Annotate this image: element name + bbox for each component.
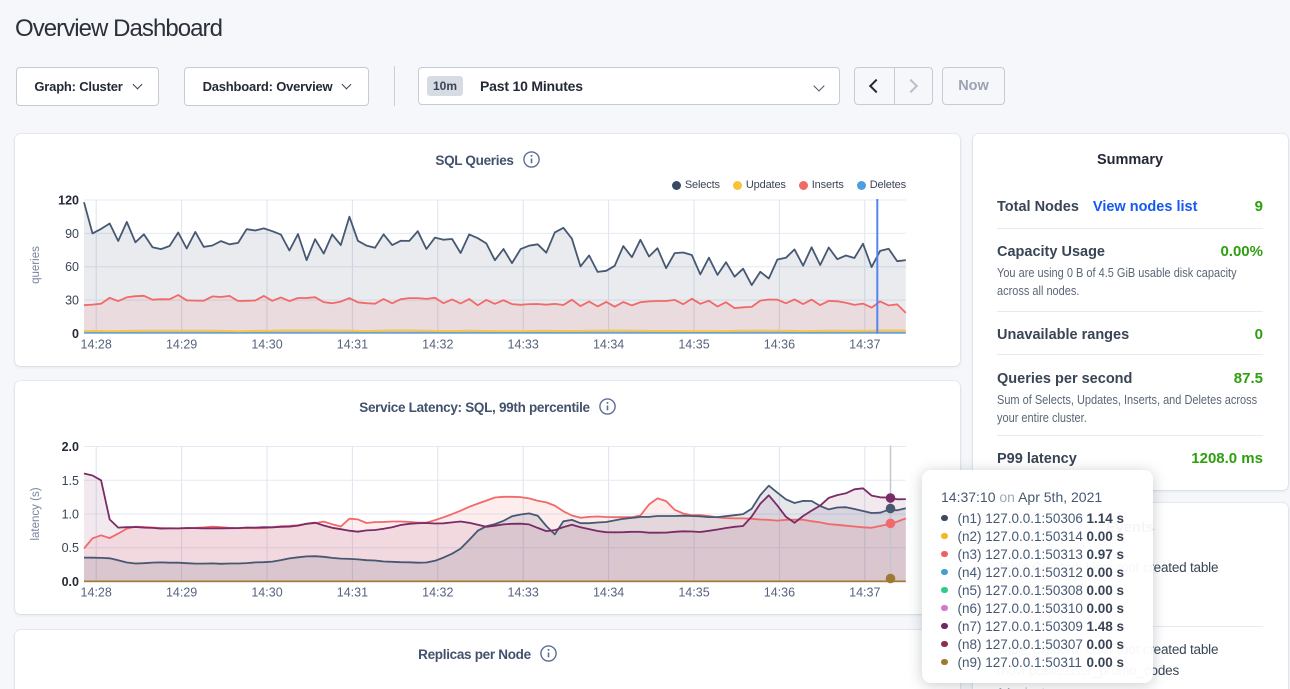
svg-text:14:36: 14:36 (764, 586, 795, 600)
svg-text:14:29: 14:29 (166, 586, 197, 600)
svg-text:14:34: 14:34 (593, 586, 624, 600)
svg-text:14:32: 14:32 (422, 338, 453, 352)
svg-text:0.0: 0.0 (62, 575, 79, 589)
svg-text:90: 90 (65, 227, 79, 241)
svg-text:14:34: 14:34 (593, 338, 624, 352)
svg-text:14:31: 14:31 (337, 586, 368, 600)
svg-text:14:32: 14:32 (422, 586, 453, 600)
svg-text:14:31: 14:31 (337, 338, 368, 352)
svg-text:0.5: 0.5 (62, 541, 79, 555)
svg-text:14:35: 14:35 (678, 338, 709, 352)
svg-text:14:29: 14:29 (166, 338, 197, 352)
svg-text:queries: queries (30, 246, 42, 284)
svg-text:14:30: 14:30 (251, 586, 282, 600)
svg-text:14:37: 14:37 (849, 586, 880, 600)
svg-text:14:35: 14:35 (678, 586, 709, 600)
svg-text:14:28: 14:28 (81, 338, 112, 352)
svg-text:60: 60 (65, 260, 79, 274)
svg-text:120: 120 (58, 194, 79, 208)
svg-text:14:33: 14:33 (508, 586, 539, 600)
svg-text:30: 30 (65, 294, 79, 308)
svg-text:14:30: 14:30 (251, 338, 282, 352)
svg-text:1.5: 1.5 (62, 474, 79, 488)
svg-text:latency (s): latency (s) (30, 487, 42, 540)
svg-text:0: 0 (72, 327, 79, 341)
svg-text:14:28: 14:28 (81, 586, 112, 600)
svg-text:14:36: 14:36 (764, 338, 795, 352)
svg-text:14:33: 14:33 (508, 338, 539, 352)
svg-text:1.0: 1.0 (62, 508, 79, 522)
svg-text:14:37: 14:37 (849, 338, 880, 352)
svg-text:2.0: 2.0 (62, 440, 79, 454)
